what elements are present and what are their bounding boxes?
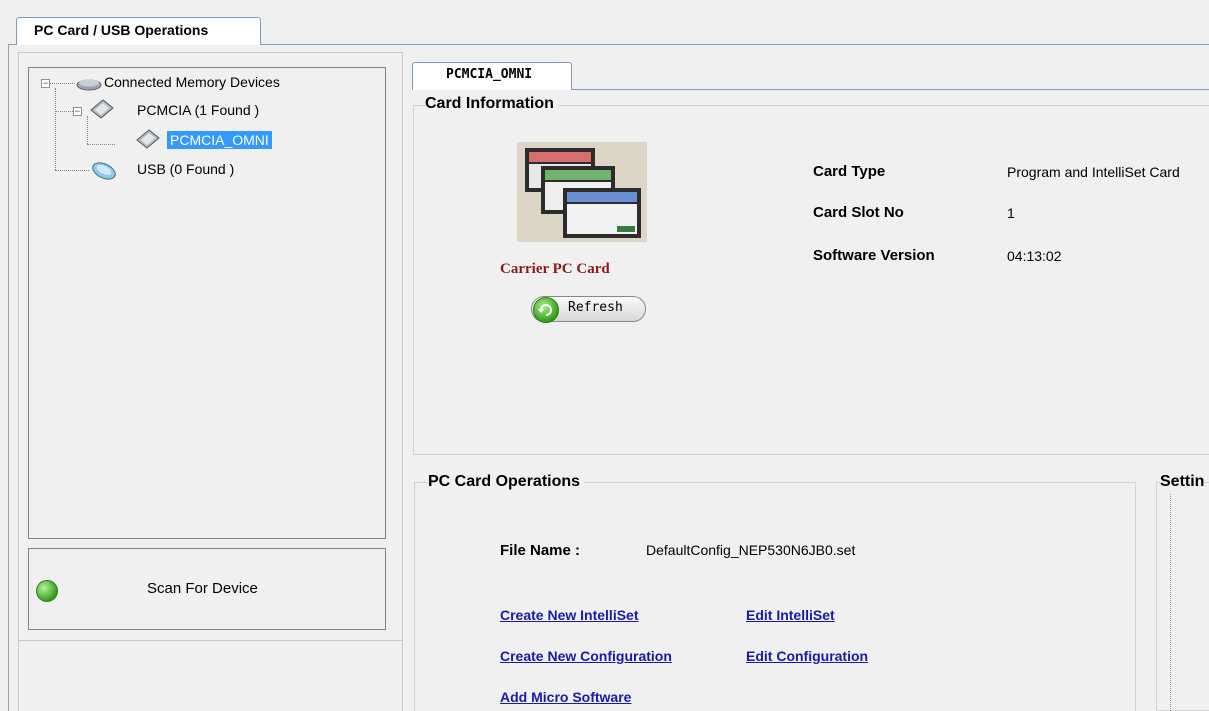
tree-connector <box>49 83 75 84</box>
expander-pcmcia[interactable]: − <box>73 107 82 116</box>
card-type-value: Program and IntelliSet Card <box>1007 164 1180 180</box>
pc-card-operations-title: PC Card Operations <box>428 473 585 491</box>
card-slot-label: Card Slot No <box>813 204 904 221</box>
refresh-label: Refresh <box>568 300 623 315</box>
tree-item-usb[interactable]: USB (0 Found ) <box>137 161 234 177</box>
memory-device-icon <box>76 79 102 91</box>
pcmcia-card-icon <box>136 129 160 149</box>
edit-configuration-link[interactable]: Edit Configuration <box>746 648 868 664</box>
create-new-intelliset-link[interactable]: Create New IntelliSet <box>500 607 639 623</box>
card-information-title: Card Information <box>425 95 558 113</box>
settings-tree[interactable] <box>1170 494 1209 711</box>
tab-label: PC Card / USB Operations <box>34 22 209 38</box>
tree-connector <box>87 116 88 144</box>
refresh-icon <box>533 297 559 323</box>
usb-device-icon <box>92 162 116 180</box>
expander-root[interactable]: − <box>41 79 50 88</box>
software-version-label: Software Version <box>813 247 935 264</box>
edit-intelliset-link[interactable]: Edit IntelliSet <box>746 607 835 623</box>
create-new-configuration-link[interactable]: Create New Configuration <box>500 648 672 664</box>
file-name-label: File Name : <box>500 542 581 559</box>
search-icon <box>36 580 58 602</box>
device-tree[interactable]: − Connected Memory Devices − PCMCIA (1 F… <box>28 67 386 539</box>
pcmcia-card-icon <box>90 99 114 119</box>
tree-item-pcmcia[interactable]: PCMCIA (1 Found ) <box>137 102 259 118</box>
divider <box>18 640 403 641</box>
tree-connector <box>55 88 56 170</box>
pc-card-operations-group <box>414 482 1136 711</box>
tree-connector <box>55 170 89 171</box>
card-image-caption: Carrier PC Card <box>500 261 610 277</box>
add-micro-software-link[interactable]: Add Micro Software <box>500 689 631 705</box>
scan-label: Scan For Device <box>147 580 258 597</box>
pc-card-image <box>517 142 647 242</box>
card-slot-value: 1 <box>1007 205 1015 221</box>
software-version-value: 04:13:02 <box>1007 248 1062 264</box>
tree-item-pcmcia-omni[interactable]: PCMCIA_OMNI <box>167 131 272 149</box>
tab-label: PCMCIA_OMNI <box>446 67 533 82</box>
card-type-label: Card Type <box>813 163 886 180</box>
file-name-value: DefaultConfig_NEP530N6JB0.set <box>646 542 856 558</box>
tree-item-connected-devices[interactable]: Connected Memory Devices <box>104 74 280 90</box>
settings-title: Settin <box>1160 473 1205 491</box>
tree-connector <box>55 111 73 112</box>
tree-connector <box>87 144 115 145</box>
